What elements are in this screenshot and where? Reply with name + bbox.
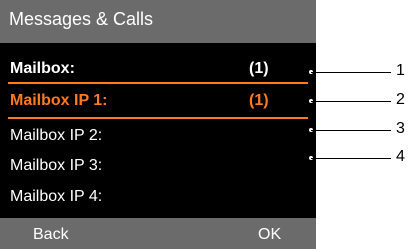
callout-number-4: 4 <box>396 148 405 165</box>
ok-softkey[interactable]: OK <box>258 226 281 244</box>
callout-number-3: 3 <box>396 120 405 137</box>
list-item-label: Mailbox IP 2: <box>10 127 103 144</box>
back-softkey[interactable]: Back <box>33 226 69 244</box>
callout-number-1: 1 <box>396 62 405 79</box>
callout-line-4 <box>311 158 391 159</box>
phone-display: Messages & Calls Mailbox: (1) Mailbox IP… <box>0 0 316 249</box>
list-item-label: Mailbox IP 4: <box>10 188 103 205</box>
message-count: (1) <box>249 60 269 77</box>
list-item-mailbox-ip-2[interactable]: Mailbox IP 2: <box>0 120 316 152</box>
mailbox-list: Mailbox: (1) Mailbox IP 1: (1) Mailbox I… <box>0 43 316 215</box>
list-item-mailbox[interactable]: Mailbox: (1) <box>0 53 316 85</box>
list-item-mailbox-ip-4[interactable]: Mailbox IP 4: <box>0 181 316 213</box>
selection-top-line <box>8 82 308 84</box>
message-count: (1) <box>249 92 269 109</box>
list-item-mailbox-ip-3[interactable]: Mailbox IP 3: <box>0 150 316 182</box>
list-item-label: Mailbox IP 1: <box>10 92 108 109</box>
callout-number-2: 2 <box>396 91 405 108</box>
list-item-mailbox-ip-1[interactable]: Mailbox IP 1: (1) <box>0 85 316 117</box>
title-bar: Messages & Calls <box>0 0 316 43</box>
callout-line-1 <box>311 72 391 73</box>
screen-title: Messages & Calls <box>9 9 154 29</box>
list-item-label: Mailbox: <box>10 60 75 77</box>
selection-bottom-line <box>8 117 308 119</box>
list-item-label: Mailbox IP 3: <box>10 157 103 174</box>
callout-line-3 <box>311 130 391 131</box>
callout-line-2 <box>311 101 391 102</box>
softkey-bar: Back OK <box>0 218 316 249</box>
